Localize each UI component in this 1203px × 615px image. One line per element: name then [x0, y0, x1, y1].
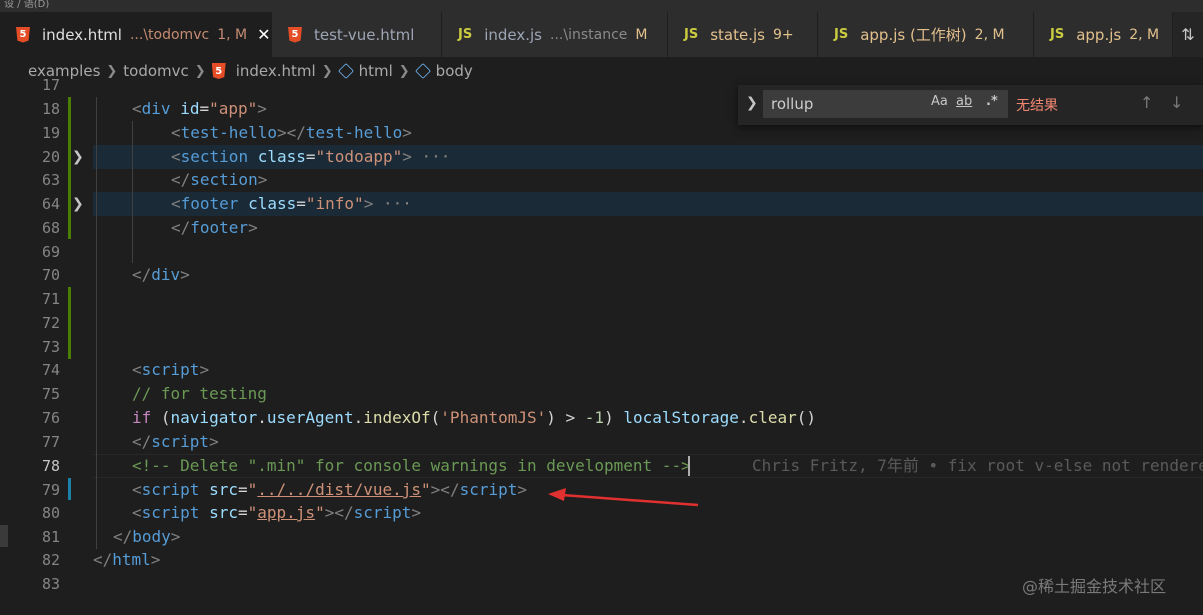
find-query: rollup [771, 95, 814, 113]
tab-label: app.js (工作树) [860, 26, 967, 44]
tab-index-html[interactable]: 5 index.html ...\todomvc 1, M ✕ [0, 12, 272, 57]
line-number: 18 [41, 100, 60, 118]
toggle-replace-icon[interactable]: ❯ [746, 95, 758, 111]
line-number: 75 [41, 385, 60, 403]
tab-label: state.js [710, 25, 765, 44]
line-number: 17 [41, 76, 60, 94]
code-line: if (navigator.userAgent.indexOf('Phantom… [132, 408, 816, 427]
line-number: 81 [41, 528, 60, 546]
line-number: 69 [41, 243, 60, 261]
annotation-arrow-shaft [561, 493, 699, 507]
arrow-up-icon[interactable]: ↑ [1140, 93, 1153, 112]
line-number: 20 [41, 148, 60, 166]
html5-icon: 5 [288, 26, 302, 43]
find-result: 无结果 [1016, 98, 1058, 114]
line-number: 77 [41, 433, 60, 451]
tab-status: 2, M [1129, 26, 1160, 43]
tab-description: ...\todomvc [129, 26, 210, 43]
git-blame-annotation: Chris Fritz, 7年前 • fix root v-else not r… [752, 456, 1203, 475]
text-cursor [688, 456, 690, 476]
tab-test-vue-html[interactable]: 5 test-vue.html [272, 12, 442, 57]
code-line: </body> [113, 527, 181, 546]
tab-state-js[interactable]: JS state.js 9+ [668, 12, 818, 57]
html5-icon: 5 [16, 26, 30, 43]
find-widget: ❯ rollup Aa ab .* 无结果 ↑ ↓ [738, 85, 1203, 125]
match-case-button[interactable]: Aa [931, 94, 948, 109]
tab-description: ...\instance [550, 26, 628, 43]
tab-status: 1, M [217, 26, 248, 43]
fold-chevron-icon[interactable]: ❯ [72, 192, 84, 216]
tab-label: index.js [484, 25, 542, 44]
close-icon[interactable]: ✕ [257, 25, 270, 44]
tab-status: 9+ [772, 26, 794, 43]
code-line: <div id="app"> [132, 99, 267, 118]
line-number: 74 [41, 361, 60, 379]
js-icon: JS [684, 27, 699, 42]
line-number: 68 [41, 219, 60, 237]
code-line: </script> [132, 432, 219, 451]
code-comment: <!-- Delete ".min" for console warnings … [132, 456, 691, 475]
tab-label: index.html [42, 25, 122, 44]
line-number: 19 [41, 124, 60, 142]
tab-index-js[interactable]: JS index.js ...\instance M [442, 12, 668, 57]
code-comment: // for testing [132, 384, 267, 403]
code-line: </div> [132, 265, 190, 284]
code-line: <script> [132, 360, 210, 379]
line-number: 80 [41, 504, 60, 522]
annotation-arrow [548, 488, 699, 507]
line-number: 73 [41, 338, 60, 356]
whole-word-button[interactable]: ab [956, 94, 972, 109]
tab-status: 2, M [974, 26, 1005, 43]
tab-status: M [635, 26, 648, 43]
code-line: </section> [171, 170, 268, 189]
line-number: 71 [41, 290, 60, 308]
line-number: 79 [41, 481, 60, 499]
tab-label: app.js [1076, 25, 1122, 44]
code-line: <script src="app.js"></script> [132, 503, 422, 522]
arrow-down-icon[interactable]: ↓ [1170, 93, 1183, 112]
open-changes-icon[interactable]: ⇅ [1173, 12, 1203, 57]
line-number: 70 [41, 266, 60, 284]
line-number: 76 [41, 409, 60, 427]
tab-app-js[interactable]: JS app.js 2, M [1034, 12, 1173, 57]
js-icon: JS [834, 27, 849, 42]
code-line: <section class="todoapp"> ··· [171, 147, 451, 166]
code-line: <script src="../../dist/vue.js"></script… [132, 480, 528, 499]
line-number: 72 [41, 314, 60, 332]
title-strip: 设 / 语(D) [0, 0, 1203, 12]
code-line: <footer class="info"> ··· [171, 194, 412, 213]
annotation-arrow-head [548, 488, 566, 501]
tab-label: test-vue.html [314, 25, 415, 44]
code-line: </html> [93, 550, 161, 569]
line-number: 83 [41, 575, 60, 593]
line-number: 63 [41, 171, 60, 189]
line-number: 64 [41, 195, 60, 213]
fold-chevron-icon[interactable]: ❯ [72, 145, 84, 169]
code-line: </footer> [171, 218, 258, 237]
line-number: 82 [41, 551, 60, 569]
regex-button[interactable]: .* [986, 94, 998, 109]
js-icon: JS [1050, 27, 1065, 42]
watermark: @稀土掘金技术社区 [1022, 577, 1167, 596]
tab-app-js-worktree[interactable]: JS app.js (工作树) 2, M [818, 12, 1034, 57]
code-line: <test-hello></test-hello> [171, 123, 412, 142]
js-icon: JS [458, 27, 473, 42]
line-number: 78 [41, 457, 60, 475]
